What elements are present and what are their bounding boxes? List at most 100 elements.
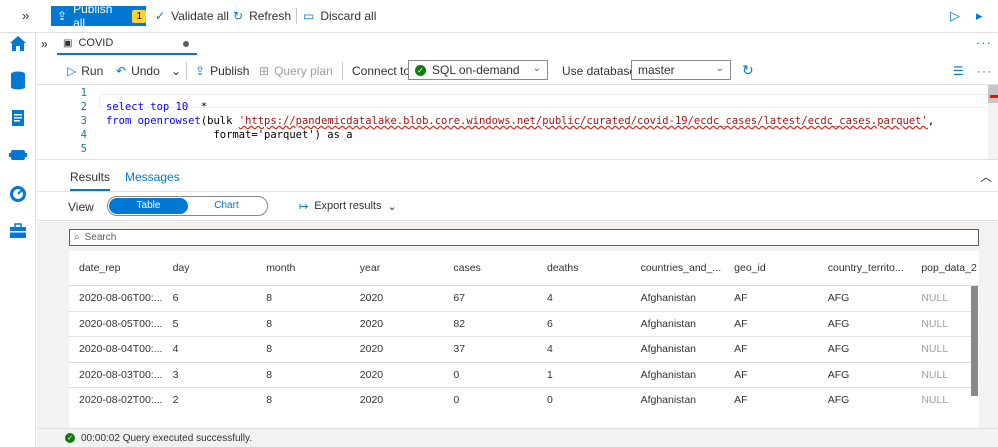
view-row: View Table Chart ↦ Export results ⌄ [37,191,998,221]
undo-icon: ↶ [116,64,127,78]
run-pipeline-icon[interactable]: ▷ [950,8,960,24]
table-cell: Afghanistan [640,394,697,407]
publish-label: Publish [210,64,250,78]
column-header[interactable]: year [350,262,444,274]
publish-icon: ⇪ [57,9,68,23]
left-nav-rail [0,33,36,447]
undo-dropdown[interactable]: ⌄ [171,64,181,78]
export-results-button[interactable]: ↦ Export results ⌄ [299,200,397,213]
table-cell: NULL [921,368,949,381]
collapse-nav-icon[interactable]: » [22,8,29,23]
connect-to-select[interactable]: ✓ SQL on-demand ⌄ [408,60,548,80]
sql-editor[interactable]: 1 2 3 4 5 select top 10 * from openrowse… [37,85,998,159]
table-cell: 2020-08-02T00:... [79,394,163,407]
scrollbar-thumb[interactable] [988,85,998,103]
table-cell: 37 [453,343,466,356]
column-header[interactable]: country_territo... [818,262,912,274]
publish-button[interactable]: ⇪ Publish [195,64,249,78]
manage-icon[interactable] [8,221,28,241]
develop-icon[interactable] [8,108,28,128]
unsaved-dot-icon [183,41,189,47]
search-input[interactable]: ⌕ Search [69,229,979,246]
run-button[interactable]: ▷ Run [67,64,103,78]
tab-results[interactable]: Results [70,170,111,191]
table-cell: AFG [827,368,850,381]
toggle-table[interactable]: Table [109,198,188,214]
table-cell: NULL [921,343,949,356]
column-header[interactable]: pop_data_2 [911,262,998,274]
data-icon[interactable] [8,70,28,90]
search-icon: ⌕ [74,232,80,243]
table-cell: 8 [266,343,273,356]
table-cell: AF [734,394,748,407]
refresh-database-icon[interactable]: ↻ [742,62,754,79]
table-cell: 82 [453,317,466,330]
discard-icon: ▭ [303,9,315,23]
properties-icon[interactable]: ☰ [953,64,964,78]
results-scrollbar[interactable] [971,286,978,396]
toggle-chart[interactable]: Chart [187,198,266,214]
connected-check-icon: ✓ [415,64,426,76]
success-check-icon: ✓ [65,433,75,443]
editor-scrollbar[interactable] [988,85,998,159]
more-options-icon[interactable]: ··· [977,64,992,78]
table-cell: 8 [266,317,273,330]
table-cell: AF [734,317,748,330]
table-cell: 6 [172,292,179,305]
table-cell: 1 [546,368,553,381]
table-cell: AF [734,368,748,381]
sql-script-icon: ▣ [63,37,73,49]
column-header[interactable]: month [256,262,350,274]
table-cell: AFG [827,343,850,356]
table-row[interactable]: 2020-08-06T00:... 6 8 2020 67 4 Afghanis… [69,285,979,311]
publish-all-button[interactable]: ⇪ Publish all 1 [51,2,146,30]
collapse-right-icon[interactable]: ▸ [976,8,983,24]
monitor-icon[interactable] [8,184,28,204]
sql-string: 'https://pandemicdatalake.blob.core.wind… [238,115,928,127]
database-select[interactable]: master ⌄ [631,60,731,80]
undo-button[interactable]: ↶ Undo [116,64,160,78]
view-label: View [68,200,94,214]
column-header[interactable]: cases [443,262,537,274]
export-icon: ↦ [299,201,309,213]
checkmark-icon: ✓ [155,9,166,23]
publish-icon: ⇪ [195,64,206,78]
integrate-icon[interactable] [8,145,28,165]
chevron-up-icon[interactable]: ︿ [980,168,992,185]
table-cell: 3 [172,368,179,381]
column-header[interactable]: day [163,262,257,274]
view-toggle[interactable]: Table Chart [107,196,268,216]
sql-text: , [927,115,935,127]
table-cell: NULL [921,317,949,330]
table-row[interactable]: 2020-08-05T00:... 5 8 2020 82 6 Afghanis… [69,310,979,337]
validate-all-button[interactable]: ✓ Validate all [155,9,229,23]
chevron-down-icon: ⌄ [387,201,397,213]
refresh-button[interactable]: ↻ Refresh [233,9,291,23]
command-bar: » ⇪ Publish all 1 ✓ Validate all ↻ Refre… [0,0,998,33]
tab-covid[interactable]: ▣ COVID [57,33,197,55]
pending-count-badge: 1 [132,9,146,23]
query-plan-button[interactable]: ⊞ Query plan [259,64,333,78]
discard-all-button[interactable]: ▭ Discard all [303,9,376,23]
line-number: 5 [80,143,87,155]
more-options-icon[interactable]: ··· [976,35,992,50]
export-results-label: Export results [314,200,382,212]
column-header[interactable]: deaths [537,262,631,274]
expand-explorer-icon[interactable]: » [41,37,48,51]
query-plan-label: Query plan [274,64,333,78]
tab-messages[interactable]: Messages [125,170,180,184]
chevron-down-icon: ⌄ [715,63,724,74]
chevron-down-icon: ⌄ [532,63,541,74]
use-database-text: Use database [562,64,637,78]
column-header[interactable]: geo_id [724,262,818,274]
table-row[interactable]: 2020-08-02T00:... 2 8 2020 0 0 Afghanist… [69,387,979,413]
connect-to-text: Connect to [352,64,411,78]
table-row[interactable]: 2020-08-04T00:... 4 8 2020 37 4 Afghanis… [69,336,979,362]
table-cell: 2020 [359,317,384,330]
divider [342,62,343,80]
home-icon[interactable] [8,33,28,53]
table-row[interactable]: 2020-08-03T00:... 3 8 2020 0 1 Afghanist… [69,361,979,388]
column-header[interactable]: date_rep [69,262,163,274]
column-header[interactable]: countries_and_... [631,262,725,274]
table-cell: 6 [546,317,553,330]
